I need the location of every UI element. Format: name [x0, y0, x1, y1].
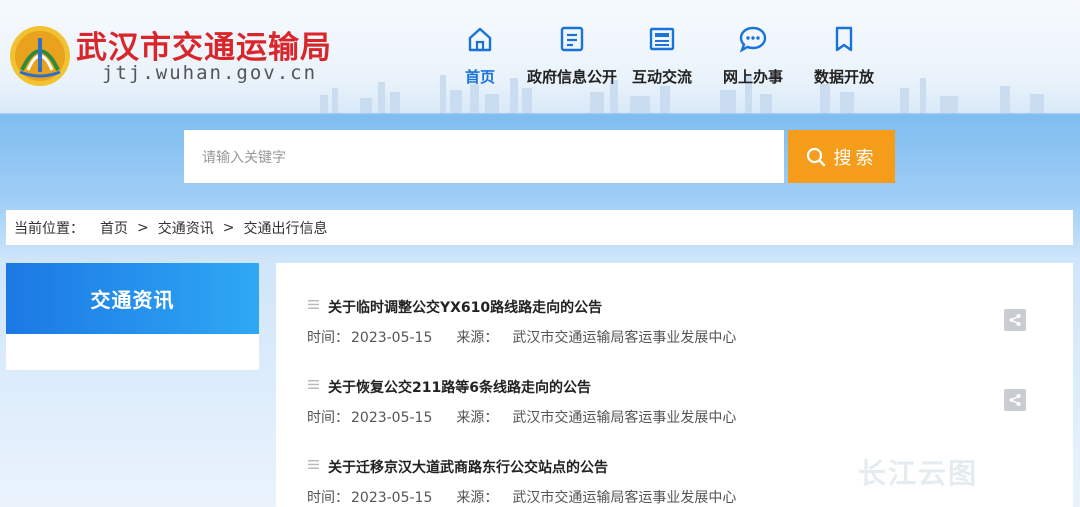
- breadcrumb: 当前位置： 首页 > 交通资讯 > 交通出行信息: [6, 210, 1073, 245]
- document-icon: [560, 26, 584, 52]
- nav-item-online-service[interactable]: 网上办事: [718, 24, 788, 88]
- share-icon: [1009, 394, 1021, 406]
- article-meta: 时间： 2023-05-15 来源： 武汉市交通运输局客运事业发展中心: [307, 487, 738, 507]
- list-bullet-icon: [308, 460, 319, 469]
- search-input[interactable]: 请输入关键字: [184, 130, 784, 183]
- sidebar-heading[interactable]: 交通资讯: [6, 263, 259, 334]
- time-label: 时间：: [307, 490, 349, 506]
- site-domain: jtj.wuhan.gov.cn: [102, 62, 318, 84]
- article-title[interactable]: 关于临时调整公交YX610路线路走向的公告: [328, 297, 602, 317]
- chat-bubble-icon: [739, 26, 767, 53]
- site-header: 武汉市交通运输局 jtj.wuhan.gov.cn 首页 政府信息公开 互动交流…: [0, 0, 1080, 113]
- article-title[interactable]: 关于迁移京汉大道武商路东行公交站点的公告: [328, 457, 608, 477]
- list-bullet-icon: [308, 380, 319, 389]
- watermark: 长江云图: [858, 457, 979, 490]
- list-bullet-icon: [308, 300, 319, 309]
- nav-item-open-data[interactable]: 数据开放: [809, 24, 879, 88]
- nav-label-interaction: 互动交流: [631, 68, 692, 86]
- breadcrumb-link-travel-info[interactable]: 交通出行信息: [243, 218, 327, 238]
- list-item: 关于恢复公交211路等6条线路走向的公告 时间： 2023-05-15 来源： 武汉市…: [276, 343, 1073, 426]
- breadcrumb-prefix: 当前位置：: [14, 220, 84, 237]
- search-placeholder: 请输入关键字: [202, 149, 286, 166]
- share-icon: [1009, 314, 1021, 326]
- share-button[interactable]: [1004, 309, 1026, 331]
- search-icon: [806, 147, 825, 166]
- nav-item-home[interactable]: 首页: [455, 24, 505, 88]
- nav-label-open-data: 数据开放: [813, 68, 874, 86]
- breadcrumb-link-traffic-news[interactable]: 交通资讯: [158, 218, 214, 238]
- wuhan-emblem-logo: [10, 26, 70, 86]
- search-button[interactable]: 搜索: [788, 130, 895, 183]
- site-title[interactable]: 武汉市交通运输局: [76, 22, 332, 67]
- bookmark-icon: [835, 26, 853, 52]
- nav-label-online-service: 网上办事: [722, 68, 783, 86]
- article-date: 2023-05-15: [351, 490, 433, 506]
- breadcrumb-link-home[interactable]: 首页: [100, 218, 128, 238]
- nav-item-interaction[interactable]: 互动交流: [627, 24, 697, 88]
- article-source: 武汉市交通运输局客运事业发展中心: [512, 490, 737, 506]
- nav-label-gov-info: 政府信息公开: [527, 68, 618, 86]
- breadcrumb-separator: >: [222, 219, 235, 236]
- home-icon: [468, 27, 492, 52]
- share-button[interactable]: [1004, 389, 1026, 411]
- nav-item-gov-info[interactable]: 政府信息公开: [527, 24, 617, 88]
- breadcrumb-separator: >: [137, 219, 149, 236]
- sidebar: 交通资讯: [6, 263, 259, 370]
- search-button-label: 搜索: [833, 147, 878, 169]
- newspaper-icon: [649, 27, 675, 51]
- article-title[interactable]: 关于恢复公交211路等6条线路走向的公告: [328, 377, 591, 397]
- source-label: 来源：: [456, 490, 499, 506]
- nav-label-home: 首页: [464, 68, 495, 86]
- list-item: 关于临时调整公交YX610路线路走向的公告 时间： 2023-05-15 来源： 武汉…: [276, 263, 1073, 346]
